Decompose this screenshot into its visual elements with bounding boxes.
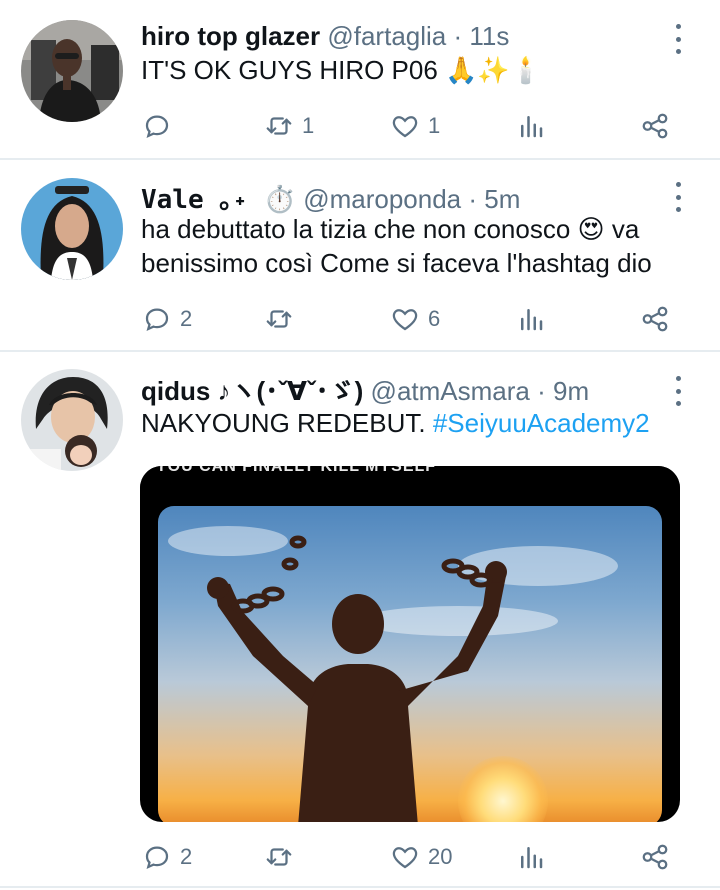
media-caption-strip: YOU CAN FINALLY KILL MYSELF — [140, 466, 680, 506]
analytics-icon — [521, 847, 543, 869]
like-count: 20 — [428, 844, 453, 869]
user-handle[interactable]: @atmAsmara — [371, 376, 530, 406]
analytics-button[interactable] — [516, 837, 546, 877]
tweet-text: NAKYOUNG REDEBUT. #SeiyuuAcademy2 — [141, 406, 701, 440]
avatar[interactable] — [21, 369, 123, 471]
share-button[interactable] — [640, 837, 670, 877]
timestamp[interactable]: 9m — [553, 376, 589, 406]
separator: · — [537, 376, 546, 406]
reply-count: 2 — [180, 844, 193, 869]
retweet-button[interactable] — [264, 837, 302, 877]
more-vertical-icon[interactable] — [668, 376, 688, 406]
media-photo — [158, 506, 662, 822]
divider — [0, 886, 720, 888]
reply-button[interactable]: 2 — [142, 837, 192, 877]
share-icon — [642, 844, 668, 870]
tweet[interactable]: qidus ♪ヽ(･ˇ∀ˇ･ゞ) @atmAsmara · 9m NAKYOUN… — [0, 0, 720, 886]
hashtag-link[interactable]: #SeiyuuAcademy2 — [433, 408, 650, 438]
media-caption: YOU CAN FINALLY KILL MYSELF — [156, 466, 437, 475]
reply-icon — [145, 846, 169, 870]
heart-icon — [392, 847, 418, 869]
display-name[interactable]: qidus ♪ヽ(･ˇ∀ˇ･ゞ) — [141, 376, 363, 406]
tweet-media[interactable]: YOU CAN FINALLY KILL MYSELF — [140, 466, 680, 822]
silhouette-figure — [207, 535, 507, 822]
tweet-text-body: NAKYOUNG REDEBUT. — [141, 408, 433, 438]
like-button[interactable]: 20 — [390, 837, 452, 877]
retweet-icon — [266, 848, 292, 866]
